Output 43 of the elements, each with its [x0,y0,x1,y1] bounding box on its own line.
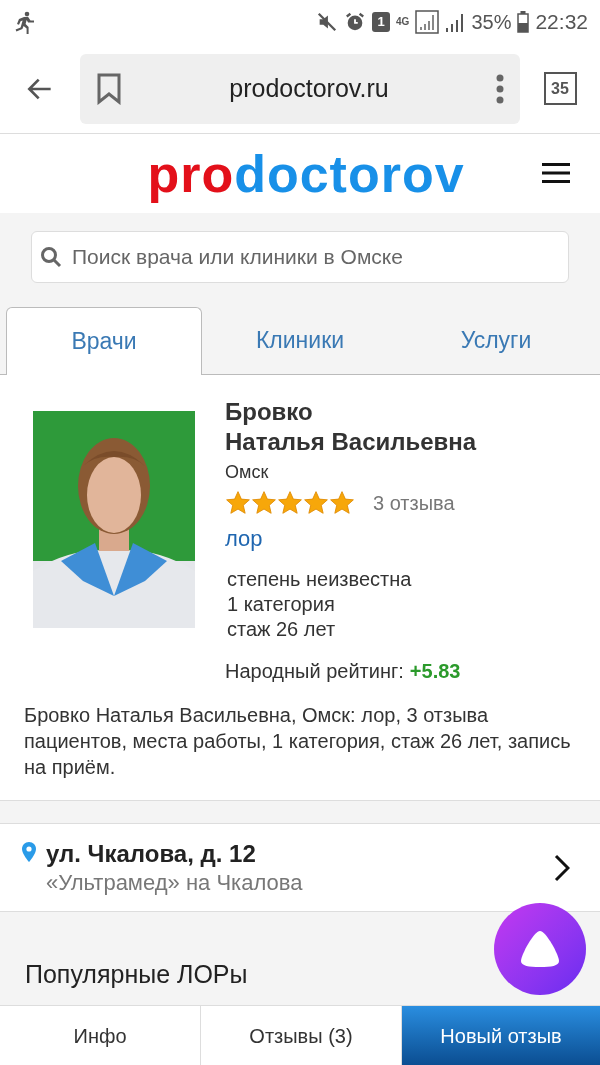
rating-label: Народный рейтинг: [225,659,404,684]
bottom-tab[interactable]: Инфо [0,1006,201,1065]
url-text: prodoctorov.ru [228,72,390,104]
chevron-right-icon [554,853,570,882]
sim-indicator: 1 [372,12,391,32]
tab-count[interactable]: 35 [543,72,577,105]
doctor-detail: стаж 26 лет [227,617,337,642]
clock: 22:32 [535,9,588,36]
bottom-tab[interactable]: Отзывы (3) [201,1006,402,1065]
search-icon [39,245,63,269]
star-icon [277,490,303,516]
reviews-count[interactable]: 3 отзыва [373,488,455,518]
search-field[interactable]: Поиск врача или клиники в Омске [31,231,569,283]
rating-value: +5.83 [409,659,461,684]
specialty-link[interactable]: лор [225,522,477,555]
more-icon[interactable] [496,73,504,104]
star-icon [251,490,277,516]
alarm-icon [344,11,367,33]
doctor-detail: 1 категория [227,592,336,617]
star-icon [303,490,329,516]
network-type: 4G [396,17,410,27]
tab[interactable]: Врачи [6,307,202,375]
doctor-description: Бровко Наталья Васильевна, Омск: лор, 3 отзыва пациентов, места работы, 1 категория, стаж 26 лет, запись на приём. [23,703,572,780]
signal-icon [415,10,440,34]
star-icon [225,490,251,516]
section-heading: Популярные ЛОРы [25,958,248,990]
address-bar[interactable]: prodoctorov.ru [80,53,520,124]
mute-icon [316,11,339,33]
address-row[interactable]: ул. Чкалова, д. 12 «Ультрамед» на Чкалова [0,823,600,912]
address-street: ул. Чкалова, д. 12 [46,838,257,869]
clinic-name: «Ультрамед» на Чкалова [46,868,304,897]
signal-icon [445,11,466,33]
bookmark-icon[interactable] [96,72,122,105]
battery-level: 35% [471,10,512,35]
menu-icon[interactable] [542,162,570,184]
location-pin-icon [22,842,36,862]
star-icon [329,490,355,516]
tab[interactable]: Клиники [202,307,398,374]
doctor-detail: степень неизвестна [227,567,413,592]
doctor-name: Бровко Наталья Васильевна [225,397,477,457]
city: Омск [225,461,270,484]
tab[interactable]: Услуги [398,307,594,374]
battery-icon [517,11,530,33]
